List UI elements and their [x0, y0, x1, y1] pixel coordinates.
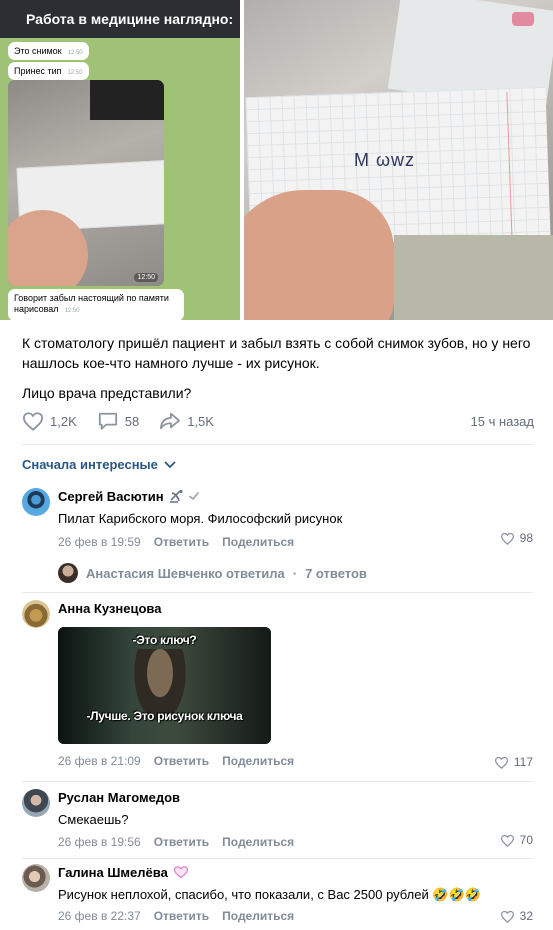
comment-button[interactable]: 58 [97, 411, 139, 431]
comment-date[interactable]: 26 фев в 19:56 [58, 835, 141, 849]
comment-text: Смекаешь? [58, 812, 129, 827]
heart-icon [22, 412, 44, 431]
avatar [58, 563, 78, 583]
like-count: 98 [519, 531, 533, 545]
meme-caption-bottom: -Лучше. Это рисунок ключа [86, 709, 243, 723]
verified-check-icon [188, 492, 199, 500]
comment-author[interactable]: Анна Кузнецова [58, 600, 533, 616]
thread-author: Анастасия Шевченко ответила [86, 565, 285, 581]
bubble-time: 12:50 [67, 70, 83, 76]
share-comment-button[interactable]: Поделиться [222, 535, 294, 549]
comment-author[interactable]: Руслан Магомедов [58, 789, 533, 805]
like-count: 32 [519, 909, 533, 923]
comment-meta: 26 фев в 21:09 Ответить Поделиться [58, 754, 294, 768]
sort-label: Сначала интересные [22, 457, 158, 472]
comment-author[interactable]: Галина Шмелёва [58, 864, 533, 880]
comment-like-button[interactable]: 70 [500, 833, 533, 847]
comment-date[interactable]: 26 фев в 21:09 [58, 754, 141, 768]
heart-icon [500, 532, 514, 545]
satellite-dish-icon [169, 489, 183, 503]
meme-caption-top: -Это ключ? [132, 633, 197, 647]
comment-author[interactable]: Сергей Васютин [58, 488, 533, 504]
chat-bubble: Принес тип 12:50 [8, 62, 89, 80]
chevron-down-icon [164, 461, 176, 468]
reply-button[interactable]: Ответить [154, 535, 209, 549]
avatar[interactable] [22, 600, 50, 628]
comment-count: 58 [124, 413, 140, 429]
heart-icon [500, 910, 514, 923]
comment-text: Рисунок неплохой, спасибо, что показали,… [58, 887, 481, 902]
teeth-drawing: M ωwz [354, 150, 416, 170]
chat-photo: 12:50 [8, 80, 164, 286]
like-count: 117 [513, 755, 533, 769]
comment: Сергей Васютин Пилат Карибского моря. Фи… [22, 488, 533, 550]
share-arrow-icon [160, 412, 181, 430]
comment-text: Пилат Карибского моря. Философский рисун… [58, 511, 343, 526]
replies-count: 7 ответов [305, 565, 367, 581]
divider [22, 781, 533, 782]
comment: Руслан Магомедов Смекаешь? 26 фев в 19:5… [22, 789, 533, 851]
like-count: 70 [519, 833, 533, 847]
share-count: 1,5K [187, 413, 214, 429]
post-paragraph: К стоматологу пришёл пациент и забыл взя… [22, 335, 531, 371]
comment-date[interactable]: 26 фев в 22:37 [58, 909, 141, 923]
chat-bubble: Это снимок 12:50 [8, 42, 89, 60]
meme-image[interactable]: -Это ключ? -Лучше. Это рисунок ключа [58, 627, 271, 744]
comment-like-button[interactable]: 32 [500, 909, 533, 923]
separator: · [292, 565, 298, 581]
author-name: Галина Шмелёва [58, 864, 168, 880]
comment-meta: 26 фев в 22:37 Ответить Поделиться [58, 909, 533, 923]
comment-like-button[interactable]: 117 [494, 755, 533, 769]
post-actions: 1,2K 58 1,5K 15 ч назад [22, 410, 534, 432]
heart-icon [494, 756, 508, 769]
bubble-time: 12:50 [67, 50, 83, 56]
share-button[interactable]: 1,5K [159, 411, 214, 431]
bubble-text: Это снимок [14, 46, 62, 56]
chat-screenshot-photo[interactable]: Работа в медицине наглядно: Это снимок 12… [0, 0, 240, 320]
author-name: Руслан Магомедов [58, 789, 181, 805]
comment-meta: 26 фев в 19:56 Ответить Поделиться [58, 835, 533, 849]
bubble-text: Принес тип [14, 66, 62, 76]
comment-date[interactable]: 26 фев в 19:59 [58, 535, 141, 549]
divider [22, 444, 533, 445]
heart-icon [500, 834, 514, 847]
author-name: Анна Кузнецова [58, 600, 162, 616]
sort-dropdown[interactable]: Сначала интересные [22, 457, 176, 472]
divider [22, 592, 533, 593]
chat-header: Работа в медицине наглядно: [0, 0, 240, 38]
like-button[interactable]: 1,2K [22, 411, 77, 431]
replies-thread[interactable]: Анастасия Шевченко ответила · 7 ответов [58, 562, 367, 584]
share-comment-button[interactable]: Поделиться [222, 835, 294, 849]
photo-time: 12:50 [134, 273, 158, 282]
post-time[interactable]: 15 ч назад [471, 414, 535, 429]
share-comment-button[interactable]: Поделиться [222, 754, 294, 768]
post-paragraph: Лицо врача представили? [22, 385, 192, 401]
avatar[interactable] [22, 488, 50, 516]
comment-meta: 26 фев в 19:59 Ответить Поделиться [58, 535, 533, 549]
post-text: К стоматологу пришёл пациент и забыл взя… [22, 333, 532, 403]
pink-heart-badge-icon [173, 866, 188, 879]
bubble-time: 12:50 [64, 308, 80, 314]
share-comment-button[interactable]: Поделиться [222, 909, 294, 923]
avatar[interactable] [22, 789, 50, 817]
reply-button[interactable]: Ответить [154, 909, 209, 923]
like-count: 1,2K [50, 413, 77, 429]
reply-button[interactable]: Ответить [154, 835, 209, 849]
comment-icon [98, 412, 117, 430]
chat-bubble: Говорит забыл настоящий по памяти нарисо… [8, 289, 184, 320]
bubble-text: Говорит забыл настоящий по памяти нарисо… [14, 293, 169, 314]
post-photos[interactable]: Работа в медицине наглядно: Это снимок 12… [0, 0, 553, 320]
comment: Галина Шмелёва Рисунок неплохой, спасибо… [22, 864, 533, 928]
comment-like-button[interactable]: 98 [500, 531, 533, 545]
reply-button[interactable]: Ответить [154, 754, 209, 768]
author-name: Сергей Васютин [58, 488, 164, 504]
avatar[interactable] [22, 864, 50, 892]
divider [22, 858, 533, 859]
drawing-photo[interactable]: M ωwz [244, 0, 553, 320]
